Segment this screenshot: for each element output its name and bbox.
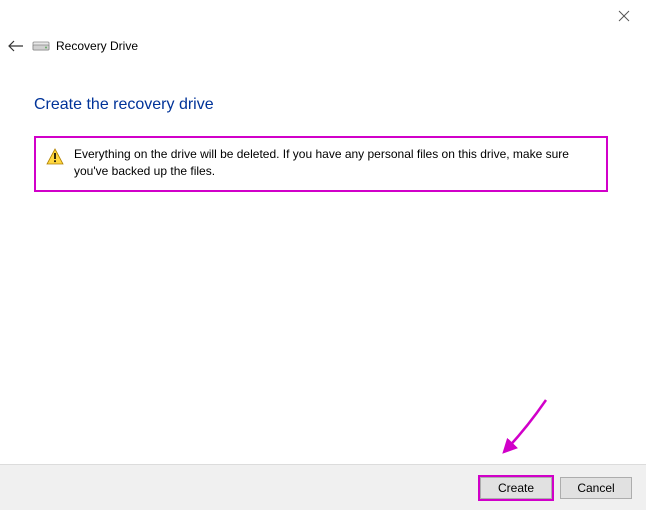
warning-box: Everything on the drive will be deleted.… xyxy=(34,136,608,192)
annotation-arrow-icon xyxy=(486,394,556,464)
footer-bar: Create Cancel xyxy=(0,464,646,510)
window-title: Recovery Drive xyxy=(56,39,138,53)
content-area: Create the recovery drive Everything on … xyxy=(0,56,646,192)
recovery-drive-icon xyxy=(32,39,50,53)
cancel-button[interactable]: Cancel xyxy=(560,477,632,499)
header-row: Recovery Drive xyxy=(0,32,646,56)
warning-icon xyxy=(46,148,64,169)
warning-text: Everything on the drive will be deleted.… xyxy=(74,146,596,180)
close-icon xyxy=(618,10,630,22)
titlebar xyxy=(0,0,646,32)
back-arrow-icon xyxy=(8,40,24,52)
create-button[interactable]: Create xyxy=(480,477,552,499)
back-button[interactable] xyxy=(6,36,26,56)
page-heading: Create the recovery drive xyxy=(34,96,612,114)
close-button[interactable] xyxy=(610,6,638,26)
